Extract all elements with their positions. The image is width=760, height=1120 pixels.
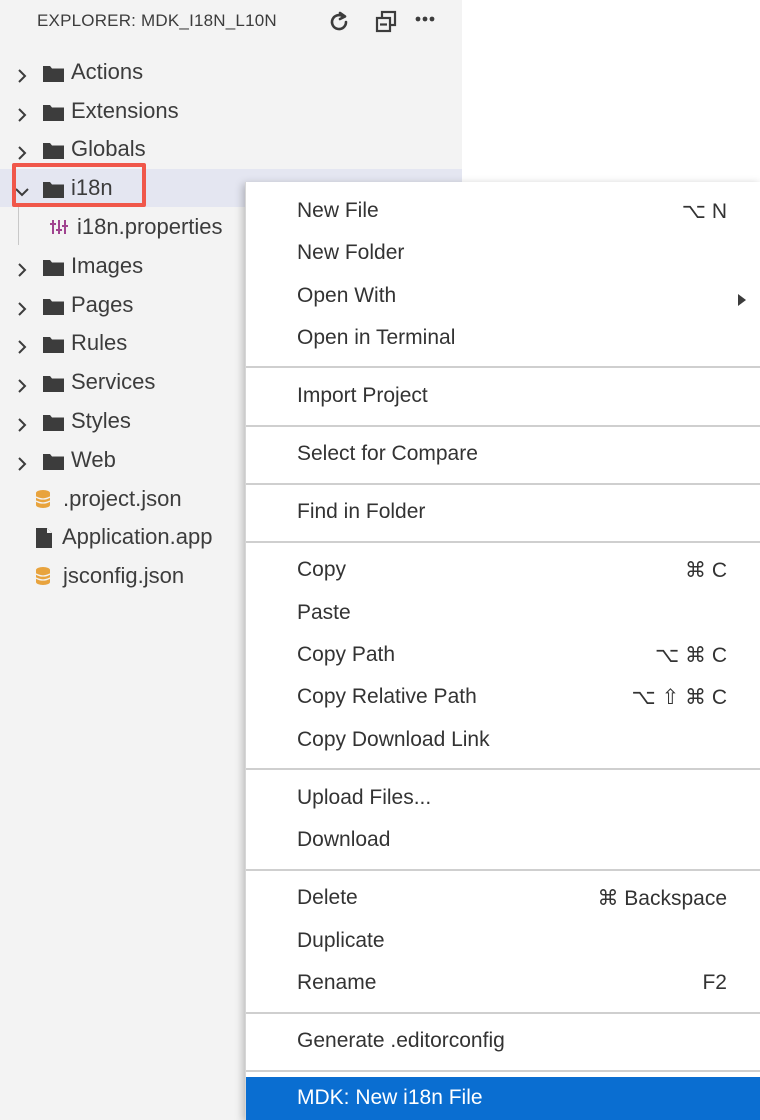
chevron-right-icon [14,413,30,432]
chevron-right-icon [14,297,30,316]
folder-icon [42,334,65,353]
menu-separator [246,483,760,485]
menu-item-label: Rename [297,971,377,994]
highlight-annotation-box [12,163,146,207]
json-file-icon [35,489,53,509]
menu-item-label: Paste [297,601,351,624]
tree-label: .project.json [63,486,182,511]
tree-label: Extensions [71,98,179,123]
menu-item-label: Copy Path [297,643,396,666]
tree-label: jsconfig.json [63,563,185,588]
menu-item-open-in-terminal[interactable]: Open in Terminal [246,317,760,359]
chevron-right-icon [14,258,30,277]
menu-item-shortcut: ⌥ N [681,200,727,223]
menu-item-copy[interactable]: Copy ⌘ C [246,549,760,591]
menu-item-label: Copy Relative Path [297,685,477,708]
collapse-all-icon[interactable] [373,9,399,35]
menu-separator [246,425,760,427]
tree-folder-actions[interactable]: Actions [0,53,462,91]
menu-item-copy-download-link[interactable]: Copy Download Link [246,719,760,761]
menu-item-label: Select for Compare [297,442,478,465]
folder-icon [42,451,65,470]
menu-item-generate-editorconfig[interactable]: Generate .editorconfig [246,1020,760,1062]
tree-label: Styles [71,408,131,433]
menu-item-rename[interactable]: Rename F2 [246,962,760,1004]
menu-item-mdk-new-i18n-file[interactable]: MDK: New i18n File [246,1077,760,1120]
chevron-right-icon [14,141,30,160]
json-file-icon [35,566,53,586]
folder-icon [42,63,65,82]
tree-label: Globals [71,136,146,161]
menu-item-label: Generate .editorconfig [297,1029,505,1052]
menu-item-import-project[interactable]: Import Project [246,375,760,417]
menu-item-label: Open in Terminal [297,326,456,349]
folder-icon [42,140,65,159]
context-menu: New File ⌥ N New Folder Open With Open i… [245,182,760,1120]
menu-separator [246,768,760,770]
file-icon [35,527,53,548]
menu-item-label: Find in Folder [297,500,426,523]
menu-item-label: MDK: New i18n File [297,1086,483,1109]
menu-item-label: Copy [297,558,347,581]
menu-item-download[interactable]: Download [246,819,760,861]
menu-item-label: Duplicate [297,929,385,952]
menu-separator [246,366,760,368]
folder-icon [42,296,65,315]
menu-item-label: Open With [297,284,397,307]
menu-item-label: Copy Download Link [297,728,490,751]
tree-label: Pages [71,292,134,317]
chevron-right-icon [14,374,30,393]
menu-item-shortcut: ⌥ ⇧ ⌘ C [631,686,727,709]
menu-item-shortcut: F2 [702,971,727,994]
submenu-arrow-icon [737,289,747,306]
tree-label: Actions [71,59,144,84]
folder-icon [42,412,65,431]
menu-separator [246,541,760,543]
chevron-right-icon [14,103,30,122]
menu-item-label: New File [297,199,379,222]
menu-item-paste[interactable]: Paste [246,592,760,634]
explorer-title: EXPLORER: MDK_I18N_L10N [37,11,277,30]
explorer-header: EXPLORER: MDK_I18N_L10N [0,0,462,44]
menu-item-copy-relative-path[interactable]: Copy Relative Path ⌥ ⇧ ⌘ C [246,676,760,718]
chevron-right-icon [14,64,30,83]
menu-item-find-in-folder[interactable]: Find in Folder [246,491,760,533]
menu-item-upload-files[interactable]: Upload Files... [246,777,760,819]
menu-separator [246,1012,760,1014]
menu-item-label: Import Project [297,384,428,407]
tree-label: Web [71,447,116,472]
properties-file-icon [50,217,68,237]
menu-item-select-for-compare[interactable]: Select for Compare [246,433,760,475]
menu-separator [246,1070,760,1072]
tree-label: Application.app [62,524,213,549]
tree-label: i18n.properties [77,214,223,239]
menu-item-duplicate[interactable]: Duplicate [246,920,760,962]
menu-item-label: Download [297,828,391,851]
tree-label: Services [71,369,156,394]
menu-item-new-file[interactable]: New File ⌥ N [246,190,760,232]
chevron-right-icon [14,335,30,354]
menu-item-new-folder[interactable]: New Folder [246,232,760,274]
menu-item-shortcut: ⌘ C [685,559,727,582]
tree-label: Images [71,253,144,278]
menu-item-label: Upload Files... [297,786,432,809]
more-actions-icon[interactable] [413,9,439,35]
menu-item-label: Delete [297,886,358,909]
folder-icon [42,102,65,121]
refresh-icon[interactable] [326,9,352,35]
menu-item-shortcut: ⌘ Backspace [597,887,727,910]
folder-icon [42,257,65,276]
menu-item-label: New Folder [297,241,405,264]
tree-label: Rules [71,330,128,355]
menu-separator [246,869,760,871]
menu-item-copy-path[interactable]: Copy Path ⌥ ⌘ C [246,634,760,676]
menu-item-delete[interactable]: Delete ⌘ Backspace [246,877,760,919]
folder-icon [42,373,65,392]
tree-folder-extensions[interactable]: Extensions [0,92,462,130]
chevron-right-icon [14,452,30,471]
menu-item-open-with[interactable]: Open With [246,275,760,317]
menu-item-shortcut: ⌥ ⌘ C [654,644,727,667]
